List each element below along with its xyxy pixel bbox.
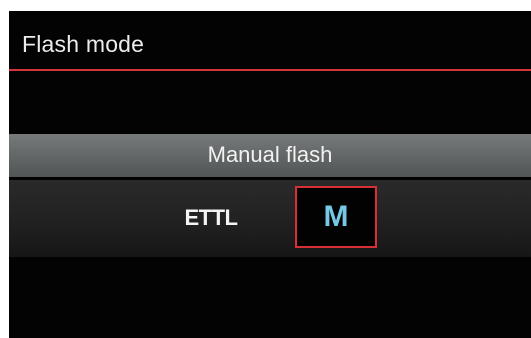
mode-description: Manual flash xyxy=(207,142,333,167)
option-ettl[interactable]: ETTL xyxy=(175,200,247,236)
title-divider xyxy=(9,69,531,71)
page-title: Flash mode xyxy=(22,31,145,57)
option-manual-selected[interactable]: M xyxy=(295,186,377,248)
flash-mode-options: ETTL M xyxy=(9,180,531,257)
camera-menu-screen: Flash mode Manual flash ETTL M xyxy=(9,11,531,338)
mode-description-bar: Manual flash xyxy=(9,134,531,177)
